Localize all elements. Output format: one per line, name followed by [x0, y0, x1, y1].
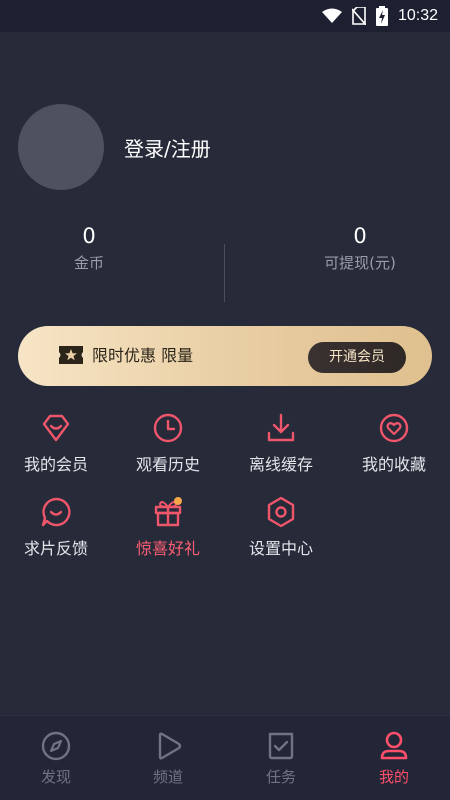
wifi-icon — [321, 8, 342, 24]
status-bar: 10:32 — [0, 0, 450, 32]
status-time: 10:32 — [397, 7, 438, 24]
login-register-link[interactable]: 登录/注册 — [124, 133, 211, 162]
tab-label: 发现 — [40, 768, 71, 786]
compass-icon — [41, 731, 71, 761]
menu-request-feedback[interactable]: 求片反馈 — [0, 496, 112, 559]
vip-promo-text: 限时优惠 限量 — [92, 346, 194, 365]
heart-icon — [379, 413, 409, 443]
tab-label: 频道 — [152, 768, 183, 786]
download-icon — [267, 413, 295, 442]
account-stats: 0 金币 0 可提现(元) — [0, 222, 450, 302]
withdrawable-value: 0 — [353, 224, 367, 248]
menu-label: 离线缓存 — [248, 455, 313, 474]
menu-settings-center[interactable]: 设置中心 — [225, 496, 337, 559]
tab-mine[interactable]: 我的 — [338, 730, 450, 787]
settings-hexagon-icon — [267, 496, 295, 528]
tab-tasks[interactable]: 任务 — [225, 730, 337, 787]
coins-label: 金币 — [73, 254, 104, 272]
tab-label: 任务 — [265, 768, 296, 786]
user-icon — [380, 731, 408, 760]
menu-my-favorites[interactable]: 我的收藏 — [338, 412, 450, 475]
menu-watch-history[interactable]: 观看历史 — [112, 412, 224, 475]
menu-my-membership[interactable]: 我的会员 — [0, 412, 112, 475]
vip-promo-banner[interactable]: 限时优惠 限量 开通会员 — [18, 326, 432, 386]
menu-label: 我的收藏 — [361, 455, 426, 474]
menu-label: 求片反馈 — [23, 539, 88, 558]
avatar[interactable] — [18, 104, 104, 190]
no-sim-icon — [351, 7, 366, 25]
diamond-icon — [42, 414, 70, 442]
open-vip-button[interactable]: 开通会员 — [308, 342, 406, 373]
menu-offline-cache[interactable]: 离线缓存 — [225, 412, 337, 475]
gift-icon — [154, 497, 182, 527]
clock-icon — [153, 413, 183, 443]
menu-label: 我的会员 — [23, 455, 88, 474]
vip-star-ticket-icon — [58, 345, 84, 369]
task-check-icon — [268, 732, 294, 760]
coins-value: 0 — [82, 224, 96, 248]
menu-label: 惊喜好礼 — [135, 539, 200, 558]
withdrawable-stat[interactable]: 0 可提现(元) — [275, 222, 445, 275]
bottom-tab-bar: 发现 频道 任务 我的 — [0, 715, 450, 800]
tab-channels[interactable]: 频道 — [112, 730, 224, 787]
menu-label: 观看历史 — [135, 455, 200, 474]
stats-divider — [224, 244, 225, 302]
tab-discover[interactable]: 发现 — [0, 730, 112, 787]
battery-charging-icon — [375, 6, 388, 26]
play-icon — [158, 732, 182, 760]
tab-label: 我的 — [378, 768, 409, 786]
coins-stat[interactable]: 0 金币 — [4, 222, 174, 275]
chat-bubble-icon — [41, 497, 71, 527]
profile-header[interactable]: 登录/注册 — [18, 104, 211, 190]
menu-surprise-gift[interactable]: 惊喜好礼 — [112, 496, 224, 559]
menu-label: 设置中心 — [248, 539, 313, 558]
withdrawable-label: 可提现(元) — [324, 254, 396, 272]
